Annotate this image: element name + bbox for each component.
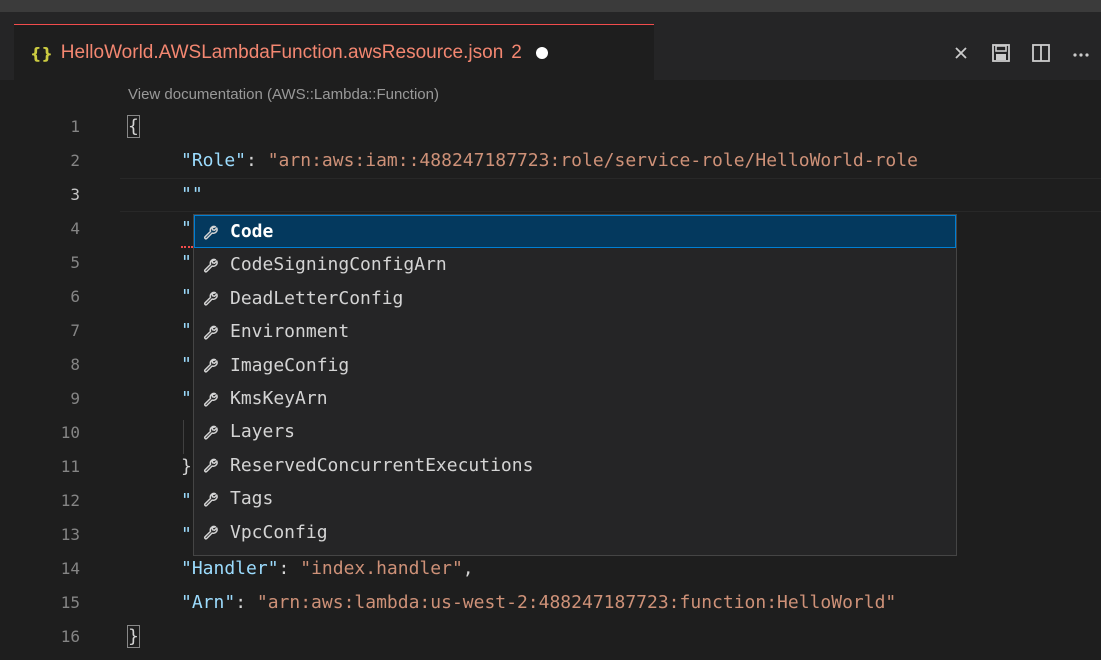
suggestion-label: DeadLetterConfig [230,287,404,309]
wrench-icon [202,388,224,410]
suggestion-item[interactable]: ReservedConcurrentExecutions [194,449,956,482]
problem-count-badge: 2 [511,42,522,63]
split-editor-icon[interactable] [1021,38,1061,68]
suggestion-label: Tags [230,488,274,510]
punctuation: , [462,558,474,579]
suggestion-label: CodeSigningConfigArn [230,254,447,276]
line-number: 9 [70,389,80,408]
code-line-3: "" [181,178,203,212]
code-line-6: " [181,286,192,307]
suggestion-label: ImageConfig [230,354,350,376]
wrench-icon [202,488,224,510]
wrench-icon [202,221,224,243]
line-number: 10 [60,423,80,442]
line-number: 6 [70,287,80,306]
line-number: 8 [70,355,80,374]
current-line-highlight [120,178,1101,212]
line-number: 4 [70,219,80,238]
suggestion-item[interactable]: ImageConfig [194,349,956,382]
tab-title: HelloWorld.AWSLambdaFunction.awsResource… [60,42,504,63]
code-line-1: { [127,110,140,144]
matched-bracket: { [127,115,140,138]
code-line-14: "Handler": "index.handler", [181,552,474,586]
line-number: 12 [60,491,80,510]
suggestion-item[interactable]: DeadLetterConfig [194,282,956,315]
suggestion-item[interactable]: Layers [194,415,956,448]
json-key: "Role" [181,150,247,171]
suggestion-item[interactable]: Tags [194,482,956,515]
wrench-icon [202,421,224,443]
line-number: 5 [70,253,80,272]
suggestion-label: ReservedConcurrentExecutions [230,454,534,476]
punctuation: : [235,592,257,613]
code-line-2: "Role": "arn:aws:iam::488247187723:role/… [181,144,1101,178]
line-number: 16 [60,627,80,646]
autocomplete-suggestions: Code CodeSigningConfigArn DeadLetterConfig… [193,214,957,556]
code-line-4: " [181,218,192,239]
punctuation: : [246,150,268,171]
matched-bracket: } [127,625,140,648]
indent-guide [183,420,184,454]
editor-tab[interactable]: {} HelloWorld.AWSLambdaFunction.awsResou… [14,24,654,81]
suggestion-item[interactable]: CodeSigningConfigArn [194,248,956,281]
wrench-icon [202,454,224,476]
line-number: 15 [60,593,80,612]
wrench-icon [202,354,224,376]
json-string: "arn:aws:lambda:us-west-2:488247187723:f… [256,592,897,613]
line-number: 1 [70,117,80,136]
more-actions-icon[interactable] [1061,38,1101,68]
wrench-icon [202,521,224,543]
suggestion-label: KmsKeyArn [230,388,328,409]
line-number: 11 [60,457,80,476]
line-number: 7 [70,321,80,340]
line-number: 13 [60,525,80,544]
code-line-12: " [181,490,192,511]
typed-empty-key: "" [181,184,203,205]
json-string: "arn:aws:iam::488247187723:role/service-… [267,150,918,171]
code-line-11: } [181,456,192,477]
editor-tab-bar: {} HelloWorld.AWSLambdaFunction.awsResou… [0,12,1101,81]
line-number: 2 [70,151,80,170]
json-key: "Arn" [181,592,236,613]
code-line-5: " [181,252,192,273]
json-file-icon: {} [30,43,53,63]
wrench-icon [202,321,224,343]
line-number-active: 3 [70,185,80,204]
dirty-dot-icon[interactable] [535,47,548,59]
json-string: "index.handler" [300,558,463,579]
window-top-strip [0,0,1101,12]
code-line-13: " [181,524,192,545]
save-icon[interactable] [981,38,1021,68]
json-key: "Handler" [181,558,279,579]
punctuation: : [278,558,301,579]
suggestion-item[interactable]: Environment [194,315,956,348]
wrench-icon [202,254,224,276]
code-line-9: " [181,388,192,409]
suggestion-item[interactable]: KmsKeyArn [194,382,956,415]
suggestion-label: Environment [230,321,350,343]
suggestion-item[interactable]: Code [194,215,956,248]
code-line-8: " [181,354,192,375]
suggestion-label: VpcConfig [230,521,328,543]
close-icon[interactable] [941,38,981,68]
code-line-7: " [181,320,192,341]
suggestion-label: Code [230,221,274,242]
suggestion-label: Layers [230,421,296,443]
view-documentation-codelens[interactable]: View documentation (AWS::Lambda::Functio… [128,86,439,103]
line-number: 14 [60,559,80,578]
code-line-15: "Arn": "arn:aws:lambda:us-west-2:4882471… [181,586,896,620]
suggestion-item[interactable]: VpcConfig [194,516,956,549]
editor-actions [941,38,1101,68]
wrench-icon [202,287,224,309]
code-line-16: } [127,620,140,654]
